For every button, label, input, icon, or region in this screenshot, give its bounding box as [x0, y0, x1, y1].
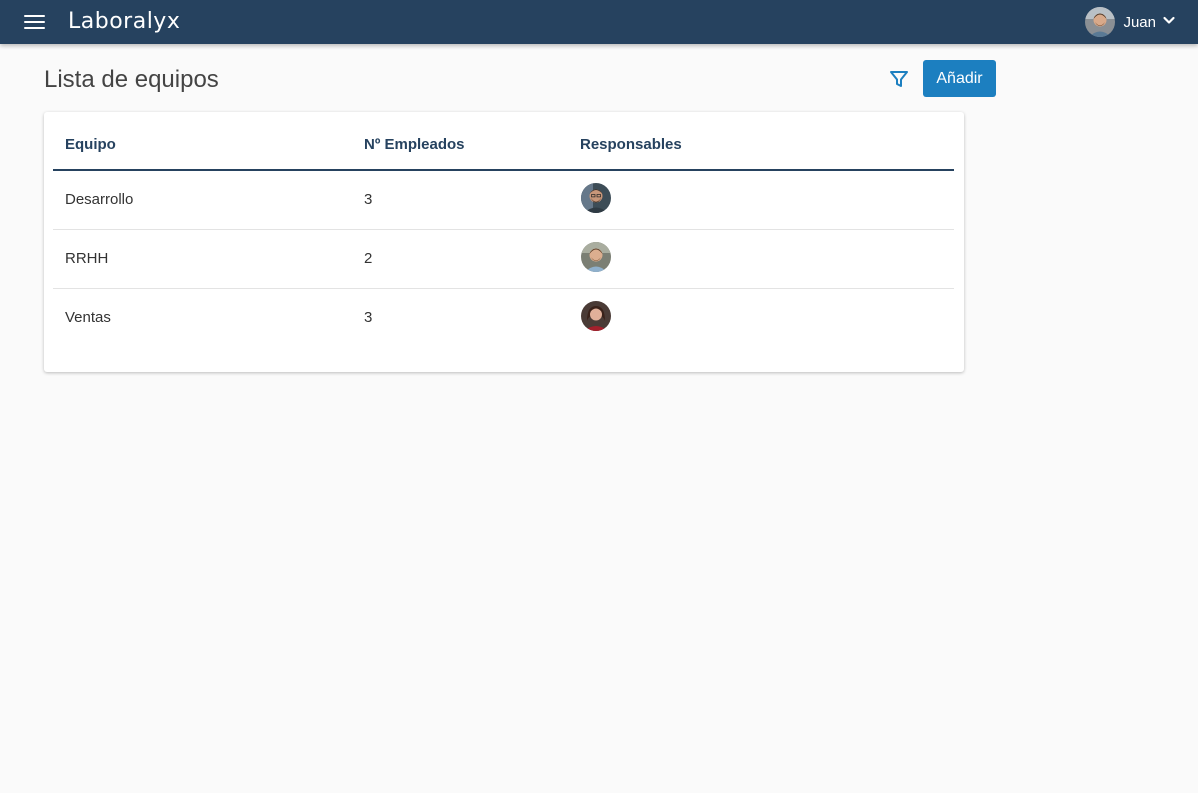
- manager-avatar[interactable]: [581, 241, 611, 272]
- user-name: Juan: [1123, 13, 1156, 31]
- page-title: Lista de equipos: [44, 66, 219, 93]
- filter-icon[interactable]: [886, 66, 912, 92]
- add-button[interactable]: Añadir: [923, 60, 996, 97]
- employee-count: 3: [352, 170, 568, 230]
- table-header-row: Equipo Nº Empleados Responsables: [53, 112, 954, 171]
- top-bar: Laboralyx Juan: [0, 0, 1198, 44]
- managers-cell: [568, 229, 954, 289]
- managers-cell: [568, 170, 954, 230]
- user-avatar: [1085, 7, 1116, 37]
- teams-table: Equipo Nº Empleados Responsables Desarro…: [53, 112, 954, 347]
- employee-count: 2: [352, 229, 568, 289]
- table-row[interactable]: Desarrollo 3: [53, 170, 954, 230]
- manager-avatar[interactable]: [581, 182, 611, 213]
- chevron-down-icon: [1162, 13, 1176, 32]
- app-logo: Laboralyx: [68, 9, 181, 34]
- manager-avatar[interactable]: [581, 300, 611, 331]
- column-header-team[interactable]: Equipo: [53, 112, 352, 171]
- team-name: RRHH: [53, 229, 352, 289]
- table-row[interactable]: RRHH 2: [53, 229, 954, 289]
- managers-cell: [568, 288, 954, 347]
- column-header-employees[interactable]: Nº Empleados: [352, 112, 568, 171]
- employee-count: 3: [364, 309, 373, 327]
- teams-card: Equipo Nº Empleados Responsables Desarro…: [44, 112, 964, 372]
- team-name: Desarrollo: [53, 170, 352, 230]
- team-name: Ventas: [65, 309, 111, 327]
- menu-icon[interactable]: [22, 12, 48, 32]
- column-header-managers[interactable]: Responsables: [568, 112, 954, 171]
- table-row[interactable]: Ventas 3: [53, 288, 954, 347]
- user-menu[interactable]: Juan: [1085, 7, 1176, 37]
